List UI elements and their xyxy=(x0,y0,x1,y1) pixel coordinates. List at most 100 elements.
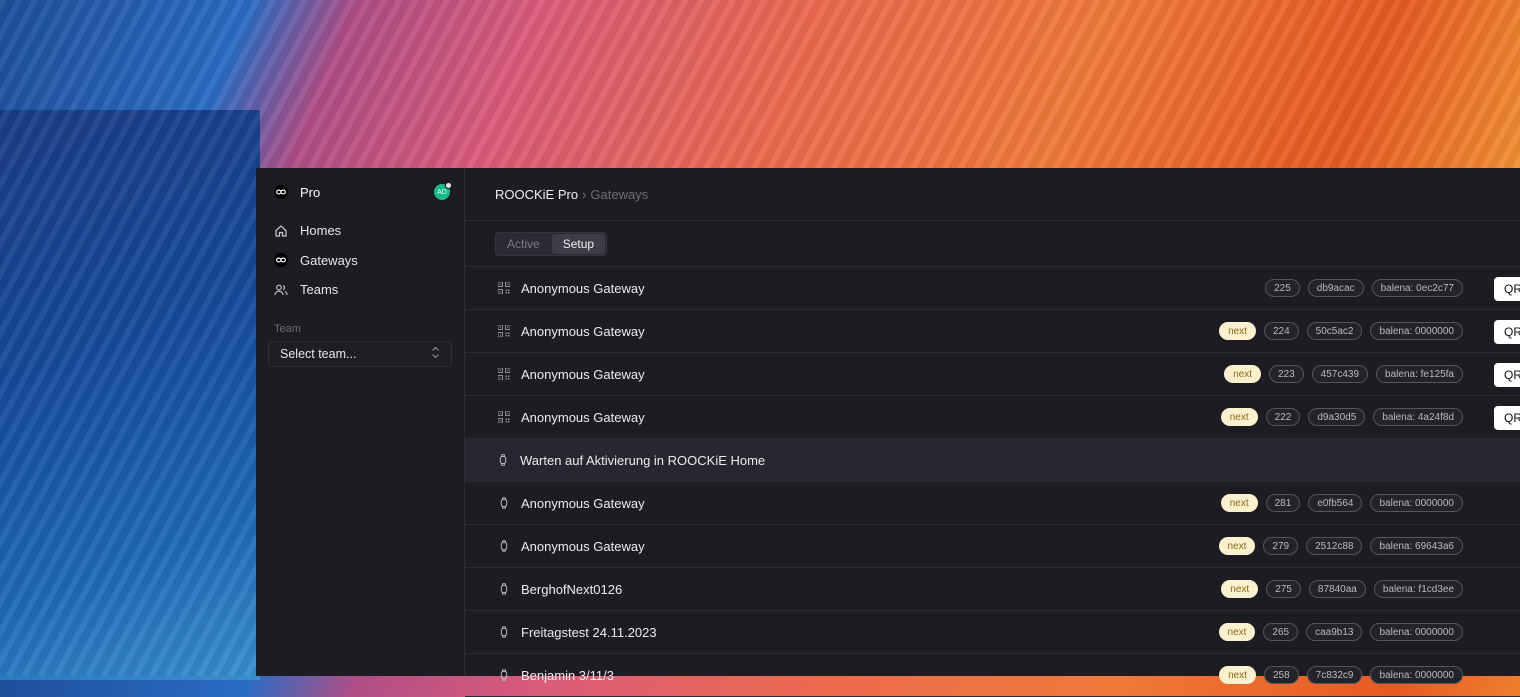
balena-badge: balena: f1cd3ee xyxy=(1373,580,1463,598)
gateway-badges: next 224 50c5ac2 balena: 0000000 xyxy=(1219,310,1463,352)
qr-button[interactable]: QR xyxy=(1494,277,1520,301)
next-badge: next xyxy=(1224,365,1261,383)
gateway-badges: next 279 2512c88 balena: 69643a6 xyxy=(1218,525,1463,567)
version-badge: 222 xyxy=(1265,408,1301,426)
sidebar-item-label: Gateways xyxy=(300,252,358,268)
group-header-label: Warten auf Aktivierung in ROOCKiE Home xyxy=(520,452,766,468)
gateway-row[interactable]: Anonymous Gateway next 281 e0fb564 balena: 0… xyxy=(465,482,1520,525)
gateway-row[interactable]: Anonymous Gateway next 223 457c439 balena: f… xyxy=(465,353,1520,396)
breadcrumb-root[interactable]: ROOCKiE Pro xyxy=(495,187,578,202)
brand-name: Pro xyxy=(300,184,321,200)
qr-button[interactable]: QR xyxy=(1494,406,1520,430)
version-badge: 258 xyxy=(1263,666,1299,684)
gateway-name: Freitagstest 24.11.2023 xyxy=(521,624,657,640)
sidebar-item-gateways[interactable]: Gateways xyxy=(268,246,452,276)
gateway-name: Anonymous Gateway xyxy=(521,280,645,296)
roockie-logo-icon xyxy=(274,185,288,199)
brand[interactable]: Pro xyxy=(268,168,452,216)
setup-gateway-list: Anonymous Gateway 225 db9acac balena: 0ec2c… xyxy=(465,267,1520,439)
gateway-row[interactable]: Anonymous Gateway next 222 d9a30d5 balena: 4… xyxy=(465,396,1520,439)
avatar[interactable]: AD xyxy=(434,182,452,200)
gateway-badges: next 258 7c832c9 balena: 0000000 xyxy=(1219,654,1463,696)
commit-badge: caa9b13 xyxy=(1306,623,1363,641)
gateway-name: Anonymous Gateway xyxy=(521,495,645,511)
commit-badge: 7c832c9 xyxy=(1306,666,1363,684)
waiting-gateway-list: Anonymous Gateway next 281 e0fb564 balena: 0… xyxy=(465,482,1520,697)
next-badge: next xyxy=(1220,494,1258,512)
balena-badge: balena: 0000000 xyxy=(1370,322,1463,340)
next-badge: next xyxy=(1219,666,1256,684)
version-badge: 279 xyxy=(1263,537,1299,555)
sidebar: Pro AD Homes Gateways Teams Team Select … xyxy=(256,168,465,676)
team-select-value: Select team... xyxy=(280,346,357,361)
tabs-bar: Active Setup xyxy=(465,221,1520,267)
next-badge: next xyxy=(1221,580,1259,598)
gateway-name: BerghofNext0126 xyxy=(521,581,623,597)
balena-badge: balena: 0000000 xyxy=(1370,494,1463,512)
app-window: Pro AD Homes Gateways Teams Team Select … xyxy=(256,168,1520,697)
gateway-badges: next 223 457c439 balena: fe125fa xyxy=(1224,353,1463,395)
gateway-row[interactable]: BerghofNext0126 next 275 87840aa balena: f1c… xyxy=(465,568,1520,611)
balena-badge: balena: 0000000 xyxy=(1370,666,1463,684)
balena-badge: balena: 69643a6 xyxy=(1370,537,1463,555)
gateway-row[interactable]: Anonymous Gateway next 279 2512c88 balena: 6… xyxy=(465,525,1520,568)
commit-badge: db9acac xyxy=(1307,279,1364,297)
qr-code-icon xyxy=(498,368,510,380)
home-icon xyxy=(274,224,288,238)
balena-badge: balena: fe125fa xyxy=(1376,365,1463,383)
qr-button[interactable]: QR xyxy=(1494,320,1520,344)
gateway-row[interactable]: Anonymous Gateway next 224 50c5ac2 balena: 0… xyxy=(465,310,1520,353)
tab-setup[interactable]: Setup xyxy=(551,233,606,254)
qr-code-icon xyxy=(498,411,510,423)
gateway-row[interactable]: Anonymous Gateway 225 db9acac balena: 0ec2c… xyxy=(465,267,1520,310)
qr-code-icon xyxy=(498,325,510,337)
commit-badge: 50c5ac2 xyxy=(1306,322,1363,340)
sidebar-item-label: Teams xyxy=(300,282,339,298)
next-badge: next xyxy=(1220,408,1258,426)
gateway-name: Benjamin 3/11/3 xyxy=(521,667,614,683)
gateway-name: Anonymous Gateway xyxy=(521,323,645,339)
gateway-badges: next 222 d9a30d5 balena: 4a24f8d xyxy=(1220,396,1463,438)
gateway-badges: next 275 87840aa balena: f1cd3ee xyxy=(1221,568,1463,610)
sidebar-item-teams[interactable]: Teams xyxy=(268,275,452,305)
gateway-badges: next 281 e0fb564 balena: 0000000 xyxy=(1220,482,1463,524)
status-dot xyxy=(445,182,452,189)
gateway-name: Anonymous Gateway xyxy=(521,538,645,554)
commit-badge: 457c439 xyxy=(1311,365,1369,383)
version-badge: 223 xyxy=(1268,365,1304,383)
next-badge: next xyxy=(1218,623,1256,641)
qr-code-icon xyxy=(498,282,510,294)
main-content: ROOCKiE Pro › Gateways Active Setup Anon… xyxy=(465,168,1520,697)
breadcrumb: ROOCKiE Pro › Gateways xyxy=(465,168,1520,221)
breadcrumb-current: Gateways xyxy=(590,186,649,202)
qr-button[interactable]: QR xyxy=(1494,363,1520,387)
gateway-badges: next 265 caa9b13 balena: 0000000 xyxy=(1218,611,1463,653)
avatar-initials: AD xyxy=(437,188,447,196)
gateway-name: Anonymous Gateway xyxy=(521,366,645,382)
watch-icon xyxy=(498,583,510,595)
team-section-label: Team xyxy=(274,322,301,335)
version-badge: 275 xyxy=(1266,580,1301,598)
breadcrumb-separator: › xyxy=(582,186,587,202)
gateway-name: Anonymous Gateway xyxy=(521,409,645,425)
tab-active[interactable]: Active xyxy=(496,233,551,255)
sidebar-item-label: Homes xyxy=(300,223,342,239)
segmented-control: Active Setup xyxy=(495,231,608,256)
users-icon xyxy=(274,283,288,297)
team-select[interactable]: Select team... xyxy=(268,340,452,367)
gateway-badges: 225 db9acac balena: 0ec2c77 xyxy=(1265,267,1463,309)
watch-icon xyxy=(498,626,510,638)
gateway-icon xyxy=(274,253,288,268)
watch-icon xyxy=(497,454,509,466)
balena-badge: balena: 0ec2c77 xyxy=(1371,279,1463,297)
sidebar-item-homes[interactable]: Homes xyxy=(268,216,452,246)
chevron-up-down-icon xyxy=(431,346,440,362)
commit-badge: d9a30d5 xyxy=(1308,408,1366,426)
balena-badge: balena: 4a24f8d xyxy=(1373,408,1463,426)
waiting-group-header: Warten auf Aktivierung in ROOCKiE Home xyxy=(465,439,1520,482)
version-badge: 265 xyxy=(1263,623,1299,641)
commit-badge: 87840aa xyxy=(1308,580,1366,598)
watch-icon xyxy=(498,497,510,509)
commit-badge: 2512c88 xyxy=(1306,537,1363,555)
gateway-row[interactable]: Freitagstest 24.11.2023 next 265 caa9b13 bal… xyxy=(465,611,1520,654)
